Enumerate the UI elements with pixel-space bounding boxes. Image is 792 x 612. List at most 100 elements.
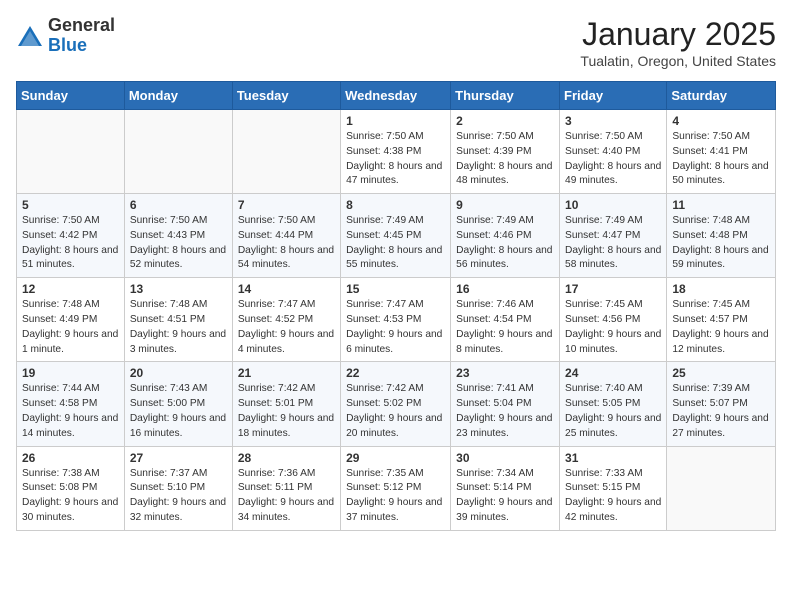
day-number: 24 xyxy=(565,366,661,380)
day-number: 11 xyxy=(672,198,770,212)
day-info: Sunrise: 7:42 AM Sunset: 5:01 PM Dayligh… xyxy=(238,382,335,441)
day-info: Sunrise: 7:47 AM Sunset: 4:53 PM Dayligh… xyxy=(346,298,445,357)
day-number: 5 xyxy=(22,198,119,212)
day-info: Sunrise: 7:49 AM Sunset: 4:46 PM Dayligh… xyxy=(456,214,554,273)
calendar-week-row: 12 Sunrise: 7:48 AM Sunset: 4:49 PM Dayli… xyxy=(17,278,776,362)
calendar-cell: 18Sunrise: 7:45 AM Sunset: 4:57 PM Dayli… xyxy=(667,278,776,362)
calendar-cell xyxy=(667,446,776,530)
calendar-cell: 17 Sunrise: 7:45 AM Sunset: 4:56 PM Dayli… xyxy=(560,278,667,362)
calendar-cell: 21 Sunrise: 7:42 AM Sunset: 5:01 PM Dayli… xyxy=(232,362,340,446)
calendar-cell: 9 Sunrise: 7:49 AM Sunset: 4:46 PM Daylig… xyxy=(451,194,560,278)
day-info: Sunrise: 7:50 AM Sunset: 4:40 PM Dayligh… xyxy=(565,130,661,189)
day-number: 28 xyxy=(238,451,335,465)
calendar-cell: 13 Sunrise: 7:48 AM Sunset: 4:51 PM Dayli… xyxy=(124,278,232,362)
day-number: 12 xyxy=(22,282,119,296)
calendar-cell: 20Sunrise: 7:43 AM Sunset: 5:00 PM Dayli… xyxy=(124,362,232,446)
calendar-week-row: 19 Sunrise: 7:44 AM Sunset: 4:58 PM Dayli… xyxy=(17,362,776,446)
day-number: 22 xyxy=(346,366,445,380)
calendar-cell: 8Sunrise: 7:49 AM Sunset: 4:45 PM Daylig… xyxy=(341,194,451,278)
day-info: Sunrise: 7:36 AM Sunset: 5:11 PM Dayligh… xyxy=(238,467,335,526)
day-number: 30 xyxy=(456,451,554,465)
day-number: 17 xyxy=(565,282,661,296)
day-info: Sunrise: 7:50 AM Sunset: 4:38 PM Dayligh… xyxy=(346,130,445,189)
calendar-cell: 5 Sunrise: 7:50 AM Sunset: 4:42 PM Daylig… xyxy=(17,194,125,278)
day-info: Sunrise: 7:48 AM Sunset: 4:49 PM Dayligh… xyxy=(22,298,119,357)
day-info: Sunrise: 7:45 AM Sunset: 4:57 PM Dayligh… xyxy=(672,298,770,357)
day-number: 27 xyxy=(130,451,227,465)
calendar-cell: 7Sunrise: 7:50 AM Sunset: 4:44 PM Daylig… xyxy=(232,194,340,278)
day-number: 31 xyxy=(565,451,661,465)
calendar-week-row: 26Sunrise: 7:38 AM Sunset: 5:08 PM Dayli… xyxy=(17,446,776,530)
day-info: Sunrise: 7:46 AM Sunset: 4:54 PM Dayligh… xyxy=(456,298,554,357)
day-number: 14 xyxy=(238,282,335,296)
day-info: Sunrise: 7:50 AM Sunset: 4:39 PM Dayligh… xyxy=(456,130,554,189)
day-info: Sunrise: 7:43 AM Sunset: 5:00 PM Dayligh… xyxy=(130,382,227,441)
page-header: General Blue January 2025 Tualatin, Oreg… xyxy=(16,16,776,69)
day-info: Sunrise: 7:50 AM Sunset: 4:43 PM Dayligh… xyxy=(130,214,227,273)
calendar-week-row: 5 Sunrise: 7:50 AM Sunset: 4:42 PM Daylig… xyxy=(17,194,776,278)
calendar-week-row: 1 Sunrise: 7:50 AM Sunset: 4:38 PM Daylig… xyxy=(17,110,776,194)
day-info: Sunrise: 7:45 AM Sunset: 4:56 PM Dayligh… xyxy=(565,298,661,357)
day-number: 7 xyxy=(238,198,335,212)
calendar-cell xyxy=(232,110,340,194)
day-number: 9 xyxy=(456,198,554,212)
calendar-cell: 10Sunrise: 7:49 AM Sunset: 4:47 PM Dayli… xyxy=(560,194,667,278)
day-info: Sunrise: 7:44 AM Sunset: 4:58 PM Dayligh… xyxy=(22,382,119,441)
day-number: 26 xyxy=(22,451,119,465)
calendar-cell: 11 Sunrise: 7:48 AM Sunset: 4:48 PM Dayli… xyxy=(667,194,776,278)
calendar-cell: 27Sunrise: 7:37 AM Sunset: 5:10 PM Dayli… xyxy=(124,446,232,530)
title-block: January 2025 Tualatin, Oregon, United St… xyxy=(580,16,776,69)
calendar-cell: 31 Sunrise: 7:33 AM Sunset: 5:15 PM Dayli… xyxy=(560,446,667,530)
calendar-cell: 28 Sunrise: 7:36 AM Sunset: 5:11 PM Dayli… xyxy=(232,446,340,530)
day-info: Sunrise: 7:41 AM Sunset: 5:04 PM Dayligh… xyxy=(456,382,554,441)
day-info: Sunrise: 7:48 AM Sunset: 4:51 PM Dayligh… xyxy=(130,298,227,357)
weekday-header: Thursday xyxy=(451,82,560,110)
day-info: Sunrise: 7:34 AM Sunset: 5:14 PM Dayligh… xyxy=(456,467,554,526)
day-number: 6 xyxy=(130,198,227,212)
calendar-cell: 1 Sunrise: 7:50 AM Sunset: 4:38 PM Daylig… xyxy=(341,110,451,194)
day-number: 13 xyxy=(130,282,227,296)
calendar-cell: 23 Sunrise: 7:41 AM Sunset: 5:04 PM Dayli… xyxy=(451,362,560,446)
calendar-cell: 12 Sunrise: 7:48 AM Sunset: 4:49 PM Dayli… xyxy=(17,278,125,362)
calendar-cell: 3 Sunrise: 7:50 AM Sunset: 4:40 PM Daylig… xyxy=(560,110,667,194)
day-info: Sunrise: 7:50 AM Sunset: 4:42 PM Dayligh… xyxy=(22,214,119,273)
calendar-cell xyxy=(17,110,125,194)
day-info: Sunrise: 7:33 AM Sunset: 5:15 PM Dayligh… xyxy=(565,467,661,526)
day-info: Sunrise: 7:35 AM Sunset: 5:12 PM Dayligh… xyxy=(346,467,445,526)
calendar-cell: 2Sunrise: 7:50 AM Sunset: 4:39 PM Daylig… xyxy=(451,110,560,194)
day-number: 10 xyxy=(565,198,661,212)
day-info: Sunrise: 7:48 AM Sunset: 4:48 PM Dayligh… xyxy=(672,214,770,273)
day-info: Sunrise: 7:50 AM Sunset: 4:41 PM Dayligh… xyxy=(672,130,770,189)
calendar-cell: 26Sunrise: 7:38 AM Sunset: 5:08 PM Dayli… xyxy=(17,446,125,530)
day-number: 16 xyxy=(456,282,554,296)
calendar-cell: 30 Sunrise: 7:34 AM Sunset: 5:14 PM Dayli… xyxy=(451,446,560,530)
calendar-cell: 16 Sunrise: 7:46 AM Sunset: 4:54 PM Dayli… xyxy=(451,278,560,362)
calendar-cell: 14 Sunrise: 7:47 AM Sunset: 4:52 PM Dayli… xyxy=(232,278,340,362)
weekday-header: Friday xyxy=(560,82,667,110)
location-text: Tualatin, Oregon, United States xyxy=(580,53,776,69)
month-title: January 2025 xyxy=(580,16,776,53)
day-number: 1 xyxy=(346,114,445,128)
weekday-header: Wednesday xyxy=(341,82,451,110)
day-number: 4 xyxy=(672,114,770,128)
day-number: 3 xyxy=(565,114,661,128)
day-number: 15 xyxy=(346,282,445,296)
calendar-cell: 19 Sunrise: 7:44 AM Sunset: 4:58 PM Dayli… xyxy=(17,362,125,446)
calendar-cell: 6 Sunrise: 7:50 AM Sunset: 4:43 PM Daylig… xyxy=(124,194,232,278)
calendar-table: SundayMondayTuesdayWednesdayThursdayFrid… xyxy=(16,81,776,531)
logo-general-text: General xyxy=(48,16,115,36)
calendar-cell: 29 Sunrise: 7:35 AM Sunset: 5:12 PM Dayli… xyxy=(341,446,451,530)
calendar-cell xyxy=(124,110,232,194)
day-number: 23 xyxy=(456,366,554,380)
weekday-header: Saturday xyxy=(667,82,776,110)
calendar-cell: 22 Sunrise: 7:42 AM Sunset: 5:02 PM Dayli… xyxy=(341,362,451,446)
day-info: Sunrise: 7:47 AM Sunset: 4:52 PM Dayligh… xyxy=(238,298,335,357)
weekday-header: Tuesday xyxy=(232,82,340,110)
logo-blue-text: Blue xyxy=(48,36,115,56)
day-number: 19 xyxy=(22,366,119,380)
day-info: Sunrise: 7:42 AM Sunset: 5:02 PM Dayligh… xyxy=(346,382,445,441)
calendar-header-row: SundayMondayTuesdayWednesdayThursdayFrid… xyxy=(17,82,776,110)
day-number: 29 xyxy=(346,451,445,465)
day-number: 21 xyxy=(238,366,335,380)
day-number: 25 xyxy=(672,366,770,380)
